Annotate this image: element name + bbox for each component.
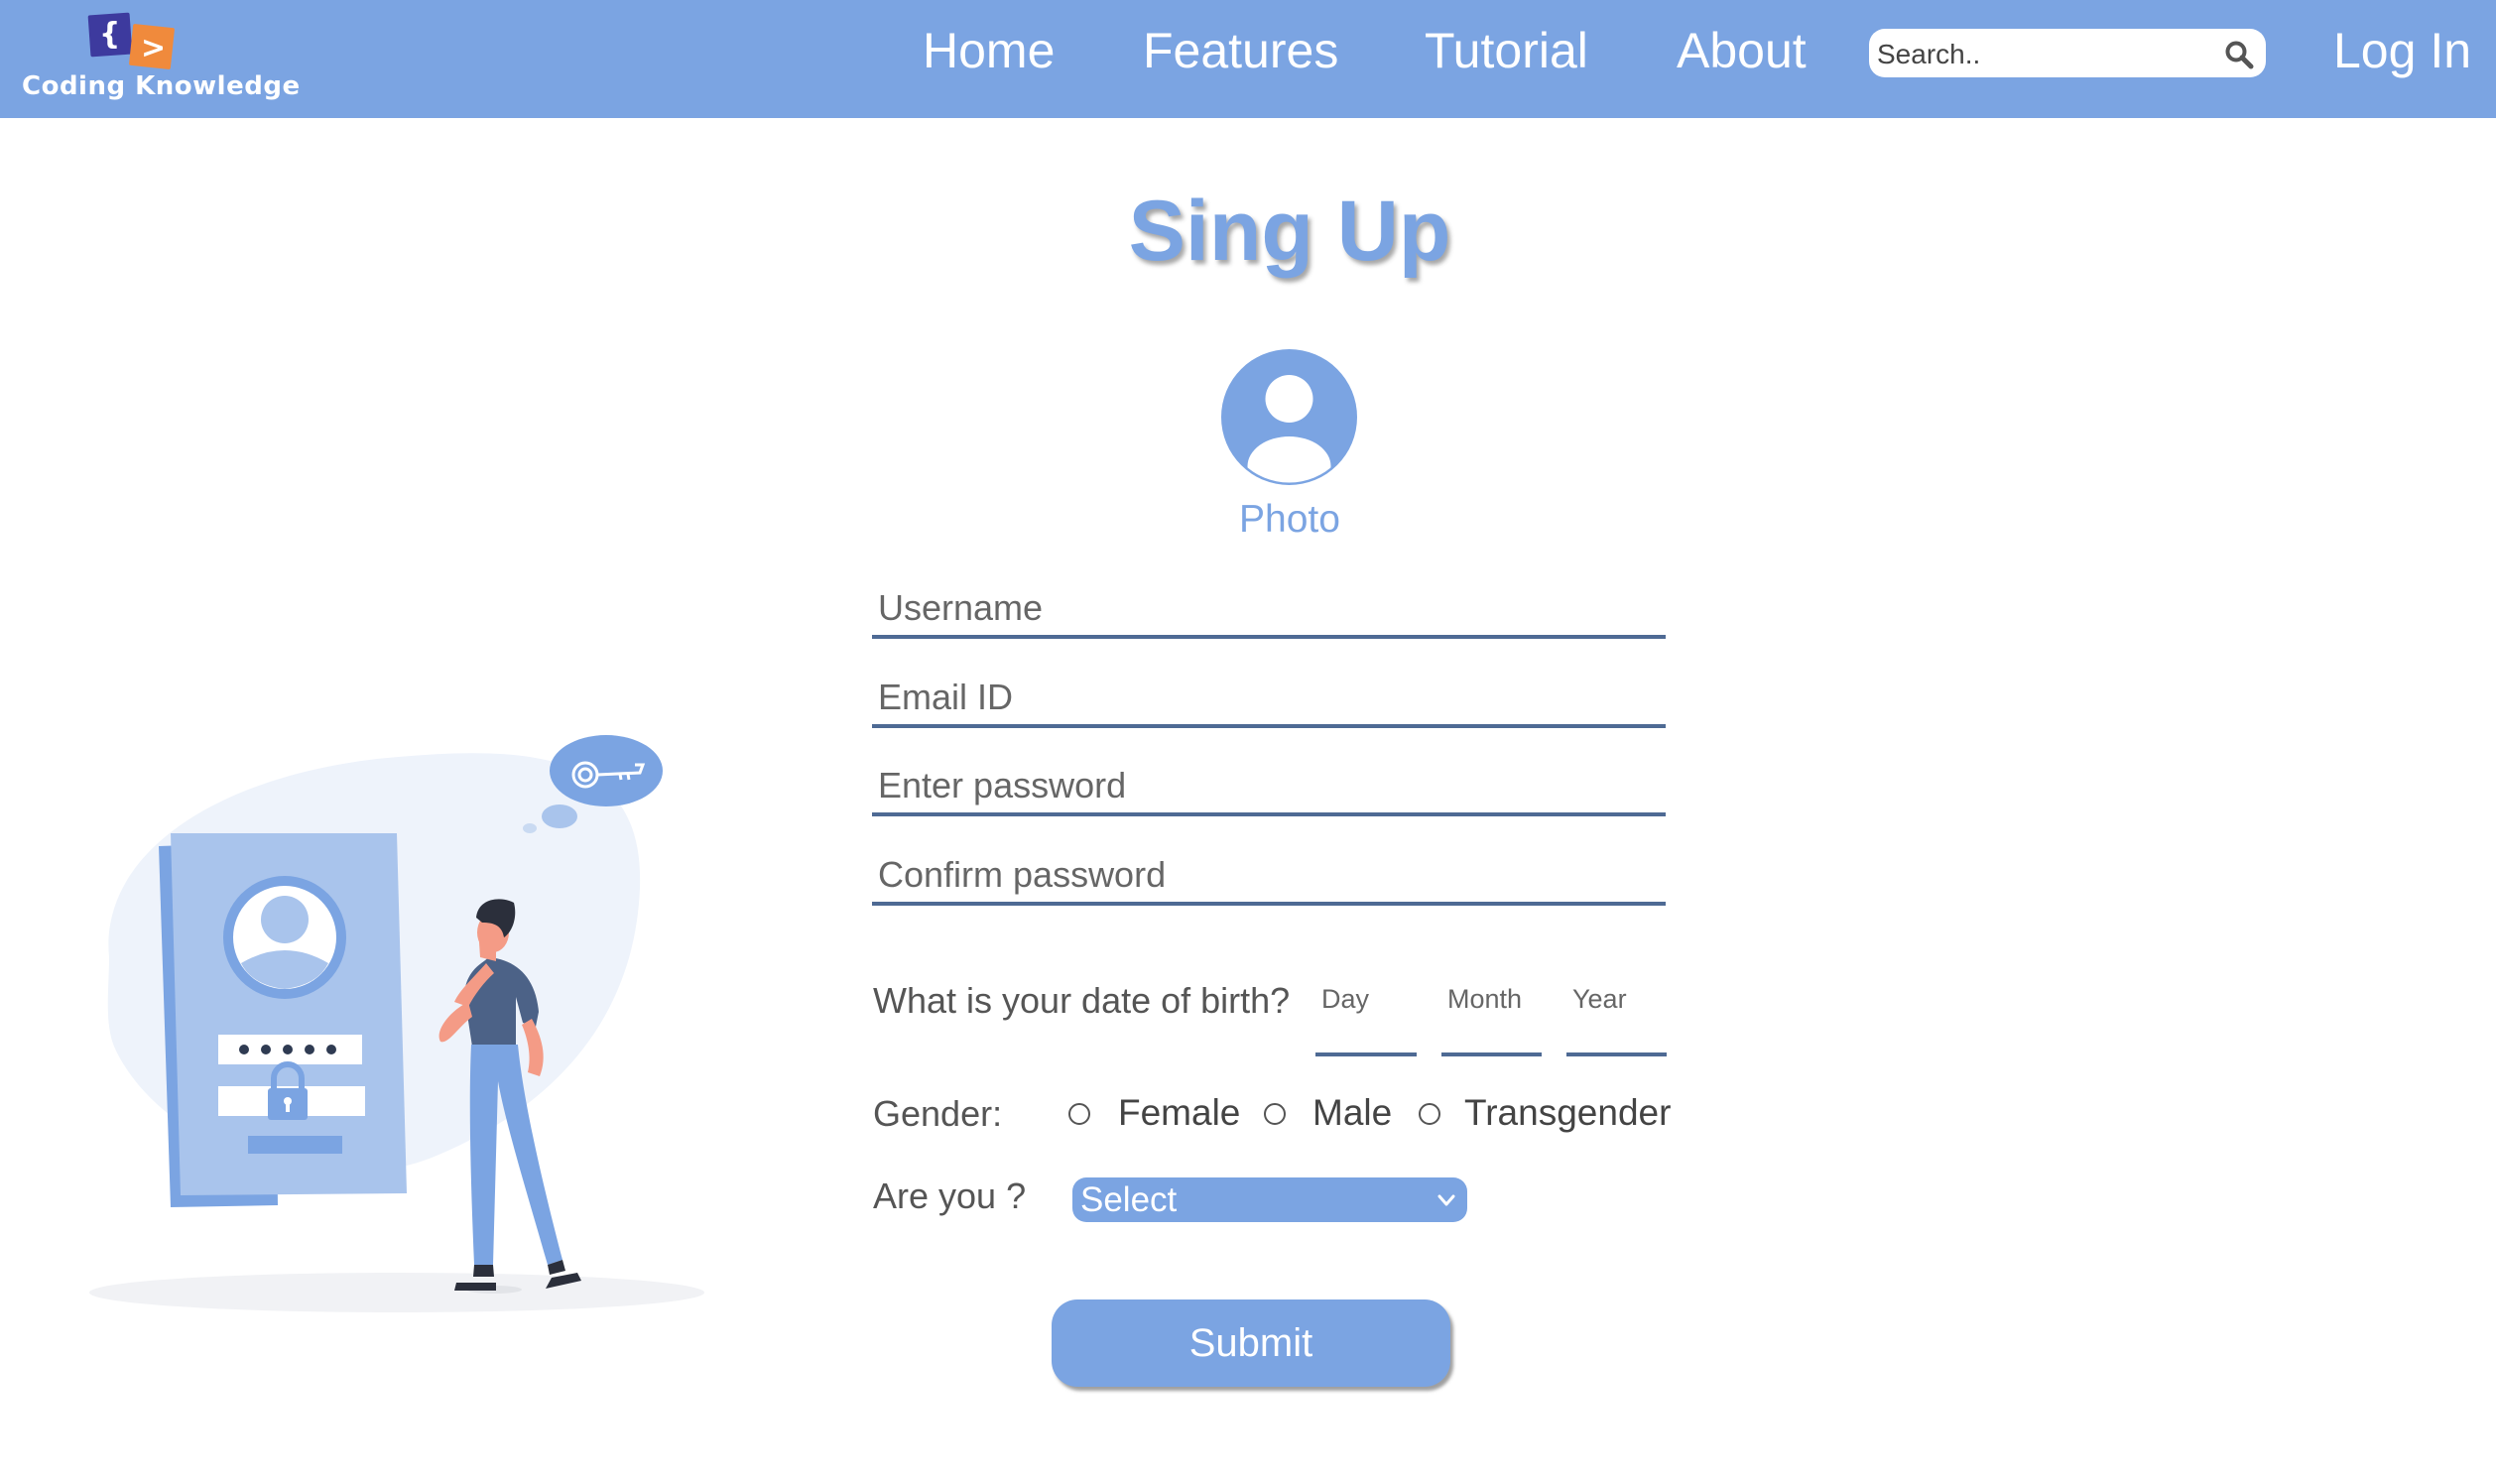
radio-female[interactable] bbox=[1068, 1103, 1090, 1125]
dob-day-input[interactable] bbox=[1315, 977, 1417, 1021]
nav-tutorial[interactable]: Tutorial bbox=[1425, 18, 1588, 83]
dob-day-field bbox=[1315, 977, 1417, 1056]
submit-button[interactable]: Submit bbox=[1052, 1299, 1450, 1387]
logo-text: Coding Knowledge bbox=[22, 71, 301, 101]
dob-year-field bbox=[1566, 977, 1667, 1056]
login-link[interactable]: Log In bbox=[2333, 18, 2471, 83]
radio-male-label[interactable]: Male bbox=[1312, 1092, 1392, 1134]
email-field bbox=[872, 673, 1666, 728]
photo-label[interactable]: Photo bbox=[1141, 498, 1438, 542]
gender-label: Gender: bbox=[873, 1093, 1003, 1134]
dob-year-input[interactable] bbox=[1566, 977, 1667, 1021]
password-input[interactable] bbox=[872, 761, 1666, 810]
nav-home[interactable]: Home bbox=[923, 18, 1055, 83]
are-you-label: Are you ? bbox=[873, 1175, 1027, 1216]
page-title-wrap: Sing Up bbox=[992, 177, 1587, 286]
radio-female-label[interactable]: Female bbox=[1118, 1092, 1240, 1134]
username-field bbox=[872, 583, 1666, 639]
search-box bbox=[1869, 29, 2266, 79]
radio-transgender[interactable] bbox=[1419, 1103, 1440, 1125]
username-input[interactable] bbox=[872, 583, 1666, 633]
logo[interactable]: { > Coding Knowledge bbox=[22, 12, 300, 111]
confirm-password-input[interactable] bbox=[872, 850, 1666, 900]
signup-illustration bbox=[89, 735, 704, 1312]
logo-icon: { > bbox=[87, 12, 175, 69]
radio-male[interactable] bbox=[1264, 1103, 1286, 1125]
dob-month-field bbox=[1441, 977, 1542, 1056]
confirm-password-field bbox=[872, 850, 1666, 906]
password-field bbox=[872, 761, 1666, 816]
user-avatar-icon[interactable] bbox=[1221, 349, 1357, 485]
radio-transgender-label[interactable]: Transgender bbox=[1464, 1092, 1671, 1134]
email-input[interactable] bbox=[872, 673, 1666, 722]
nav-features[interactable]: Features bbox=[1143, 18, 1338, 83]
select-value: Select bbox=[1080, 1180, 1178, 1219]
search-input[interactable] bbox=[1875, 29, 2216, 79]
are-you-select[interactable]: Select bbox=[1072, 1177, 1467, 1222]
search-icon[interactable] bbox=[2224, 40, 2254, 69]
svg-text:{: { bbox=[99, 17, 120, 52]
nav-about[interactable]: About bbox=[1677, 18, 1807, 83]
page-title: Sing Up bbox=[1128, 184, 1451, 279]
chevron-down-icon bbox=[1437, 1194, 1455, 1206]
navbar: { > Coding Knowledge Home Features Tutor… bbox=[0, 0, 2496, 118]
dob-month-input[interactable] bbox=[1441, 977, 1542, 1021]
svg-text:>: > bbox=[141, 31, 166, 65]
dob-question: What is your date of birth? bbox=[873, 980, 1291, 1021]
